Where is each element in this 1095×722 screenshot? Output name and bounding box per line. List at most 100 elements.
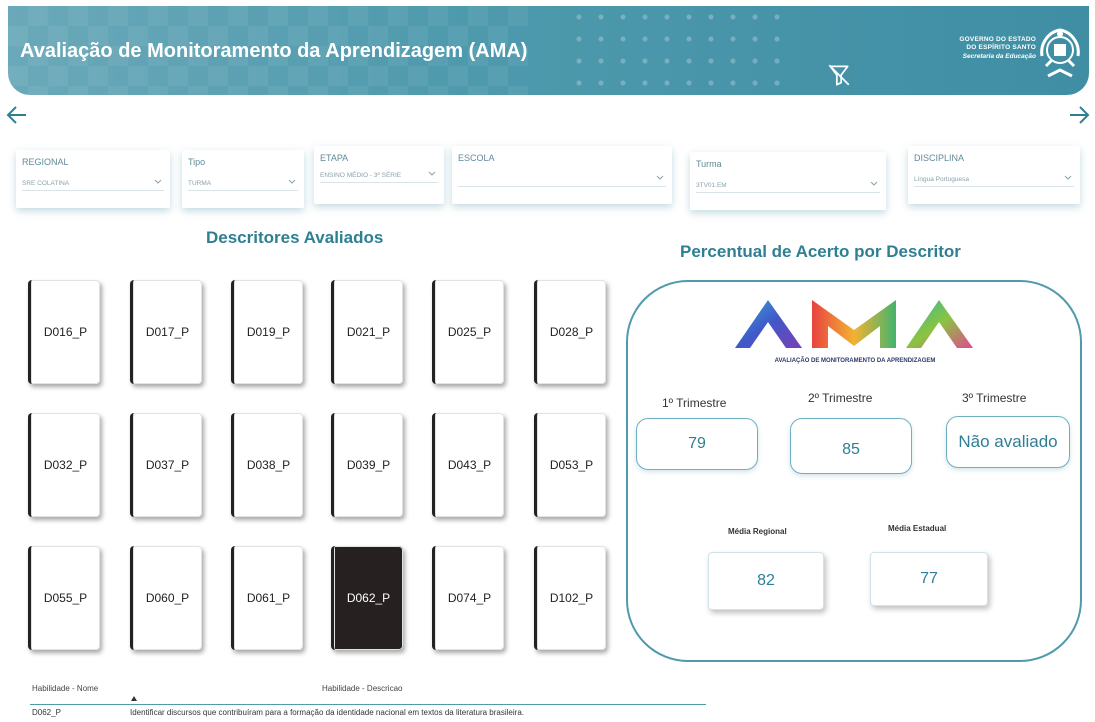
trimestre-1-value-box: 79 — [636, 418, 758, 470]
filter-underline — [914, 186, 1074, 187]
descriptor-card[interactable]: D028_P — [534, 280, 606, 384]
descriptor-label: D053_P — [549, 458, 594, 472]
descriptor-label: D019_P — [246, 325, 291, 339]
chevron-down-icon[interactable] — [288, 178, 296, 186]
table-cell-nome: D062_P — [32, 708, 61, 717]
header-dots — [568, 6, 788, 95]
media-estadual-label: Média Estadual — [888, 524, 947, 533]
filter-value: ENSINO MÉDIO - 3ª SÉRIE — [320, 172, 402, 179]
filter-label: DISCIPLINA — [914, 153, 965, 163]
filter-label: Tipo — [188, 157, 206, 167]
media-regional-value: 82 — [757, 572, 775, 589]
descriptor-label: D038_P — [246, 458, 291, 472]
descriptor-card[interactable]: D055_P — [28, 546, 100, 650]
descriptor-card[interactable]: D021_P — [331, 280, 403, 384]
trimestre-2-value: 85 — [842, 441, 860, 458]
descriptor-card[interactable]: D053_P — [534, 413, 606, 517]
page-title: Avaliação de Monitoramento da Aprendizag… — [20, 40, 528, 62]
trimestre-2-label: 2º Trimestre — [808, 391, 873, 405]
trimestre-3-value-box: Não avaliado — [946, 416, 1070, 468]
chevron-down-icon[interactable] — [870, 180, 878, 188]
filter-off-icon[interactable] — [826, 62, 852, 88]
descriptor-label: D102_P — [549, 591, 594, 605]
chevron-down-icon[interactable] — [1064, 174, 1072, 182]
descriptor-label: D060_P — [145, 591, 190, 605]
descriptor-card[interactable]: D074_P — [432, 546, 504, 650]
filter-label: REGIONAL — [22, 157, 69, 167]
trimestre-3-label: 3º Trimestre — [962, 391, 1027, 405]
descriptor-card[interactable]: D102_P — [534, 546, 606, 650]
descriptor-label: D032_P — [43, 458, 88, 472]
descriptor-card[interactable]: D043_P — [432, 413, 504, 517]
descriptor-card[interactable]: D037_P — [130, 413, 202, 517]
table-header-nome[interactable]: Habilidade - Nome — [32, 684, 98, 693]
filter-label: Turma — [696, 159, 722, 169]
filter-underline — [188, 190, 298, 191]
descriptor-card[interactable]: D019_P — [231, 280, 303, 384]
filter-underline — [22, 190, 164, 191]
descriptor-card[interactable]: D025_P — [432, 280, 504, 384]
chevron-down-icon[interactable] — [656, 174, 664, 182]
filter-turma[interactable]: Turma 3TV01.EM — [690, 152, 886, 210]
filter-value: TURMA — [188, 180, 212, 187]
trimestre-2-value-box: 85 — [790, 418, 912, 474]
trimestre-1-value: 79 — [688, 435, 706, 452]
descriptor-label: D043_P — [447, 458, 492, 472]
table-divider — [30, 704, 706, 705]
filter-underline — [696, 192, 880, 193]
gov-line-1: GOVERNO DO ESTADO — [959, 36, 1036, 43]
descriptor-label: D016_P — [43, 325, 88, 339]
filter-underline — [458, 186, 666, 187]
media-estadual-box: 77 — [870, 552, 988, 606]
descriptor-label: D025_P — [447, 325, 492, 339]
descriptor-card[interactable]: D038_P — [231, 413, 303, 517]
filter-underline — [320, 182, 438, 183]
filter-tipo[interactable]: Tipo TURMA — [182, 150, 304, 208]
ama-logo-subtitle: AVALIAÇÃO DE MONITORAMENTO DA APRENDIZAG… — [775, 357, 936, 364]
arrow-right-icon[interactable] — [1068, 104, 1090, 126]
descriptor-card[interactable]: D032_P — [28, 413, 100, 517]
descriptor-label: D021_P — [346, 325, 391, 339]
descriptor-label: D039_P — [346, 458, 391, 472]
descriptor-card[interactable]: D062_P — [331, 546, 403, 650]
filter-value: Língua Portuguesa — [914, 176, 969, 183]
descriptor-card[interactable]: D016_P — [28, 280, 100, 384]
gov-line-3: Secretaria da Educação — [962, 53, 1036, 60]
descriptor-card[interactable]: D039_P — [331, 413, 403, 517]
ama-logo: AVALIAÇÃO DE MONITORAMENTO DA APRENDIZAG… — [735, 300, 973, 364]
media-regional-box: 82 — [708, 552, 824, 610]
sort-arrow-icon[interactable] — [131, 696, 137, 701]
gov-line-2: DO ESPÍRITO SANTO — [966, 44, 1036, 51]
descriptor-card[interactable]: D060_P — [130, 546, 202, 650]
table-header-descricao[interactable]: Habilidade - Descricao — [322, 684, 402, 693]
table-cell-descricao: Identificar discursos que contribuíram p… — [130, 708, 524, 717]
descriptor-label: D062_P — [346, 591, 391, 605]
filter-etapa[interactable]: ETAPA ENSINO MÉDIO - 3ª SÉRIE — [314, 146, 444, 204]
government-label: GOVERNO DO ESTADO DO ESPÍRITO SANTO Secr… — [928, 36, 1036, 61]
state-emblem-icon — [1040, 28, 1080, 78]
filter-label: ETAPA — [320, 153, 349, 163]
arrow-left-icon[interactable] — [6, 104, 28, 126]
descriptor-label: D061_P — [246, 591, 291, 605]
descriptor-label: D074_P — [447, 591, 492, 605]
filter-regional[interactable]: REGIONAL SRE COLATINA — [16, 150, 170, 208]
filter-label: ESCOLA — [458, 153, 495, 163]
trimestre-3-value: Não avaliado — [958, 432, 1058, 451]
media-regional-label: Média Regional — [728, 527, 787, 536]
percentual-title: Percentual de Acerto por Descritor — [680, 242, 961, 261]
descriptor-label: D055_P — [43, 591, 88, 605]
filter-value: SRE COLATINA — [22, 180, 70, 187]
descriptor-card[interactable]: D017_P — [130, 280, 202, 384]
filter-disciplina[interactable]: DISCIPLINA Língua Portuguesa — [908, 146, 1080, 204]
descriptor-card[interactable]: D061_P — [231, 546, 303, 650]
filter-value: 3TV01.EM — [696, 182, 727, 189]
chevron-down-icon[interactable] — [428, 170, 436, 178]
descriptor-label: D028_P — [549, 325, 594, 339]
media-estadual-value: 77 — [920, 570, 938, 587]
trimestre-1-label: 1º Trimestre — [662, 396, 727, 410]
header-banner: Avaliação de Monitoramento da Aprendizag… — [8, 6, 1089, 95]
descriptor-label: D017_P — [145, 325, 190, 339]
descriptor-label: D037_P — [145, 458, 190, 472]
chevron-down-icon[interactable] — [154, 178, 162, 186]
filter-escola[interactable]: ESCOLA — [452, 146, 672, 204]
